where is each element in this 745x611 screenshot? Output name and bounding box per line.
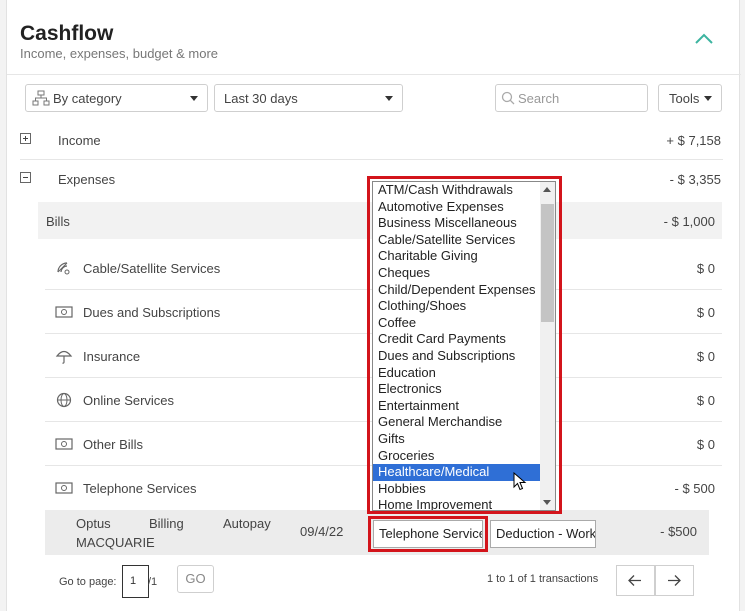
money-icon bbox=[55, 438, 73, 450]
category-option[interactable]: Clothing/Shoes bbox=[373, 298, 541, 315]
page-title: Cashflow bbox=[20, 22, 114, 45]
date-range-value: Last 30 days bbox=[224, 90, 298, 106]
category-amount: - $ 500 bbox=[674, 481, 715, 496]
money-icon bbox=[55, 482, 73, 494]
expenses-label: Expenses bbox=[58, 172, 116, 187]
next-page-button[interactable] bbox=[655, 565, 694, 596]
umbrella-icon bbox=[55, 350, 73, 364]
category-option[interactable]: Education bbox=[373, 365, 541, 382]
category-option[interactable]: Home Improvement bbox=[373, 497, 541, 510]
category-options: ATM/Cash Withdrawals Automotive Expenses B… bbox=[373, 182, 555, 510]
hierarchy-icon bbox=[32, 90, 50, 106]
page-subtitle: Income, expenses, budget & more bbox=[20, 46, 219, 61]
transaction-amount: - $500 bbox=[660, 524, 697, 539]
category-amount: $ 0 bbox=[696, 305, 715, 320]
mouse-cursor-icon bbox=[513, 472, 527, 491]
category-option[interactable]: Electronics bbox=[373, 381, 541, 398]
category-view-select[interactable]: By category bbox=[25, 84, 208, 112]
category-amount: $ 0 bbox=[696, 261, 715, 276]
scroll-up-icon[interactable] bbox=[543, 187, 551, 192]
income-amount: + $ 7,158 bbox=[666, 133, 721, 148]
category-option[interactable]: General Merchandise bbox=[373, 414, 541, 431]
category-option[interactable]: Business Miscellaneous bbox=[373, 215, 541, 232]
satellite-icon bbox=[57, 262, 70, 275]
category-option[interactable]: ATM/Cash Withdrawals bbox=[373, 182, 541, 199]
category-option[interactable]: Cable/Satellite Services bbox=[373, 232, 541, 249]
category-label: Online Services bbox=[83, 393, 175, 408]
cashflow-card: Cashflow Income, expenses, budget & more… bbox=[6, 0, 741, 611]
category-option[interactable]: Credit Card Payments bbox=[373, 331, 541, 348]
chevron-up-icon[interactable] bbox=[693, 30, 715, 48]
expenses-amount: - $ 3,355 bbox=[669, 172, 721, 187]
transaction-description: Optus bbox=[76, 516, 111, 531]
transaction-type: Billing bbox=[149, 516, 184, 531]
cashflow-header: Cashflow Income, expenses, budget & more bbox=[7, 0, 741, 75]
scroll-thumb[interactable] bbox=[541, 204, 554, 322]
category-view-value: By category bbox=[53, 90, 122, 106]
go-to-page-label: Go to page: bbox=[59, 576, 117, 588]
category-option[interactable]: Cheques bbox=[373, 265, 541, 282]
category-option[interactable]: Coffee bbox=[373, 315, 541, 332]
scroll-down-icon[interactable] bbox=[543, 500, 551, 505]
listbox-scrollbar[interactable] bbox=[540, 182, 555, 510]
caret-down-icon bbox=[385, 96, 393, 101]
page-count: /1 bbox=[148, 576, 158, 588]
prev-page-button[interactable] bbox=[616, 565, 655, 596]
caret-down-icon bbox=[704, 96, 712, 101]
category-label: Cable/Satellite Services bbox=[83, 261, 221, 276]
category-option[interactable]: Gifts bbox=[373, 431, 541, 448]
transaction-payment: Autopay bbox=[223, 516, 271, 531]
arrow-right-icon bbox=[668, 575, 681, 586]
arrow-left-icon bbox=[628, 575, 641, 586]
transaction-merchant: MACQUARIE bbox=[76, 535, 155, 550]
expand-icon[interactable] bbox=[20, 133, 31, 144]
income-row[interactable]: Income + $ 7,158 bbox=[20, 133, 723, 159]
category-option[interactable]: Charitable Giving bbox=[373, 248, 541, 265]
bills-label: Bills bbox=[46, 214, 70, 229]
category-amount: $ 0 bbox=[696, 393, 715, 408]
caret-down-icon bbox=[190, 96, 198, 101]
category-amount: $ 0 bbox=[696, 349, 715, 364]
page-number-input[interactable]: 1 bbox=[122, 565, 149, 598]
transaction-category-field[interactable]: Telephone Service bbox=[373, 520, 483, 548]
go-button[interactable]: GO bbox=[177, 565, 214, 593]
date-range-select[interactable]: Last 30 days bbox=[214, 84, 403, 112]
tools-label: Tools bbox=[669, 90, 700, 106]
category-option[interactable]: Automotive Expenses bbox=[373, 199, 541, 216]
search-input[interactable]: Search bbox=[495, 84, 648, 112]
category-option[interactable]: Child/Dependent Expenses bbox=[373, 282, 541, 299]
globe-icon bbox=[56, 392, 72, 408]
category-amount: $ 0 bbox=[696, 437, 715, 452]
category-label: Dues and Subscriptions bbox=[83, 305, 221, 320]
category-label: Other Bills bbox=[83, 437, 143, 452]
category-option[interactable]: Dues and Subscriptions bbox=[373, 348, 541, 365]
category-option[interactable]: Groceries bbox=[373, 448, 541, 465]
category-listbox[interactable]: ATM/Cash Withdrawals Automotive Expenses B… bbox=[372, 181, 556, 511]
search-icon bbox=[501, 91, 515, 105]
collapse-icon[interactable] bbox=[20, 172, 31, 183]
transaction-tag-field[interactable]: Deduction - Work bbox=[490, 520, 596, 548]
transaction-date: 09/4/22 bbox=[300, 524, 344, 539]
money-icon bbox=[55, 306, 73, 318]
income-label: Income bbox=[58, 133, 101, 148]
divider bbox=[20, 159, 723, 160]
transactions-summary: 1 to 1 of 1 transactions bbox=[487, 573, 599, 585]
category-option[interactable]: Entertainment bbox=[373, 398, 541, 415]
category-label: Telephone Services bbox=[83, 481, 197, 496]
category-label: Insurance bbox=[83, 349, 141, 364]
search-placeholder: Search bbox=[518, 90, 560, 106]
bills-amount: - $ 1,000 bbox=[663, 214, 715, 229]
tools-button[interactable]: Tools bbox=[658, 84, 722, 112]
